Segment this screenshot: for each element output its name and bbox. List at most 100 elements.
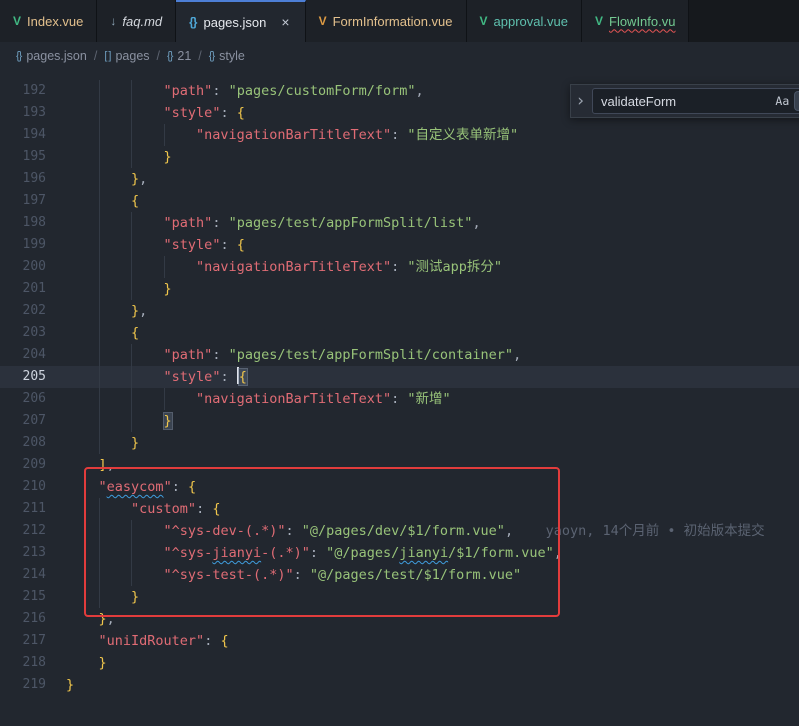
code-line-195[interactable]: 195 } (0, 146, 799, 168)
code-line-207[interactable]: 207 } (0, 410, 799, 432)
line-content: "style": { (66, 234, 245, 256)
code-line-194[interactable]: 194 "navigationBarTitleText": "自定义表单新增" (0, 124, 799, 146)
code-token: "@/pages/ (326, 545, 399, 561)
tab-label: pages.json (203, 15, 266, 30)
tab-flowinfo-vu[interactable]: VFlowInfo.vu (582, 0, 690, 42)
code-line-209[interactable]: 209 ], (0, 454, 799, 476)
code-line-203[interactable]: 203 { (0, 322, 799, 344)
line-content: "style": { (66, 102, 245, 124)
git-blame-annotation: yaoyn, 14个月前 • 初始版本提交 (513, 523, 765, 539)
breadcrumb-label: style (219, 49, 245, 63)
code-token: "uniIdRouter" (99, 633, 205, 649)
code-token: jianyi (212, 545, 261, 561)
code-token: : (391, 259, 407, 275)
indent-guide (99, 366, 100, 388)
breadcrumb-label: pages (115, 49, 149, 63)
code-token: : (294, 567, 310, 583)
code-line-215[interactable]: 215 } (0, 586, 799, 608)
code-token: , (505, 523, 513, 539)
code-token: : (196, 501, 212, 517)
code-token: { (188, 479, 196, 495)
indent-guide (99, 190, 100, 212)
indent-guide (131, 410, 132, 432)
code-token: } (66, 677, 74, 693)
line-number: 215 (0, 586, 46, 608)
indent-guide (99, 146, 100, 168)
code-line-205[interactable]: 205 "style": { (0, 366, 799, 388)
code-token (66, 347, 164, 363)
code-line-212[interactable]: 212 "^sys-dev-(.*)": "@/pages/dev/$1/for… (0, 520, 799, 542)
code-line-200[interactable]: 200 "navigationBarTitleText": "测试app拆分" (0, 256, 799, 278)
code-line-204[interactable]: 204 "path": "pages/test/appFormSplit/con… (0, 344, 799, 366)
breadcrumb-item-style[interactable]: {} style (209, 49, 245, 63)
toggle-replace-chevron-icon[interactable]: › (574, 93, 587, 110)
match-case-icon[interactable]: Aa (771, 92, 793, 110)
code-token: : (220, 369, 236, 385)
tab-forminformation-vue[interactable]: VFormInformation.vue (306, 0, 467, 42)
code-line-199[interactable]: 199 "style": { (0, 234, 799, 256)
code-token: { (131, 325, 139, 341)
code-token: "navigationBarTitleText" (196, 127, 391, 143)
code-token: , (513, 347, 521, 363)
tab-approval-vue[interactable]: Vapproval.vue (467, 0, 582, 42)
code-token: } (99, 611, 107, 627)
indent-guide (99, 234, 100, 256)
indent-guide (131, 564, 132, 586)
code-line-211[interactable]: 211 "custom": { (0, 498, 799, 520)
tab-faq-md[interactable]: ↓faq.md (97, 0, 176, 42)
code-token: easycom (107, 479, 164, 495)
code-line-213[interactable]: 213 "^sys-jianyi-(.*)": "@/pages/jianyi/… (0, 542, 799, 564)
code-line-206[interactable]: 206 "navigationBarTitleText": "新增" (0, 388, 799, 410)
find-input-value[interactable]: validateForm (601, 94, 769, 109)
code-line-198[interactable]: 198 "path": "pages/test/appFormSplit/lis… (0, 212, 799, 234)
code-token (66, 479, 99, 495)
indent-guide (99, 586, 100, 608)
code-line-216[interactable]: 216 }, (0, 608, 799, 630)
line-content: } (66, 586, 139, 608)
object-icon: {} (209, 50, 214, 62)
code-token: /$1/form.vue" (448, 545, 554, 561)
vue-file-icon: V (13, 14, 20, 28)
breadcrumb-item-pages-json[interactable]: {}pages.json (16, 49, 87, 63)
code-token: "path" (164, 83, 213, 99)
line-content: }, (66, 608, 115, 630)
code-line-201[interactable]: 201 } (0, 278, 799, 300)
indent-guide (99, 300, 100, 322)
breadcrumb-item-pages[interactable]: [ ]pages (104, 49, 149, 63)
indent-guide (99, 278, 100, 300)
code-token: { (237, 237, 245, 253)
code-line-214[interactable]: 214 "^sys-test-(.*)": "@/pages/test/$1/f… (0, 564, 799, 586)
code-line-196[interactable]: 196 }, (0, 168, 799, 190)
tab-bar: VIndex.vue↓faq.md{}pages.json×VFormInfor… (0, 0, 799, 42)
code-line-219[interactable]: 219} (0, 674, 799, 696)
code-line-208[interactable]: 208 } (0, 432, 799, 454)
code-token: , (554, 545, 562, 561)
breadcrumb-separator: / (94, 49, 97, 63)
code-line-202[interactable]: 202 }, (0, 300, 799, 322)
code-token: : (212, 215, 228, 231)
code-token (66, 149, 164, 165)
line-content: } (66, 674, 74, 696)
breadcrumb-item-21[interactable]: {}21 (167, 49, 191, 63)
line-number: 214 (0, 564, 46, 586)
code-token: "^sys-dev-(.*)" (164, 523, 286, 539)
code-line-197[interactable]: 197 { (0, 190, 799, 212)
close-icon[interactable]: × (279, 14, 291, 30)
code-token: "navigationBarTitleText" (196, 391, 391, 407)
find-input[interactable]: validateForm Aaab.* (592, 88, 799, 114)
whole-word-icon[interactable]: ab (795, 92, 799, 110)
code-token (66, 105, 164, 121)
code-token: : (172, 479, 188, 495)
tab-index-vue[interactable]: VIndex.vue (0, 0, 97, 42)
code-line-217[interactable]: 217 "uniIdRouter": { (0, 630, 799, 652)
indent-guide (164, 256, 165, 278)
code-token: } (164, 281, 172, 297)
code-line-210[interactable]: 210 "easycom": { (0, 476, 799, 498)
indent-guide (99, 410, 100, 432)
code-token: : (204, 633, 220, 649)
code-token: "custom" (131, 501, 196, 517)
code-token: , (107, 611, 115, 627)
indent-guide (99, 80, 100, 102)
code-line-218[interactable]: 218 } (0, 652, 799, 674)
tab-pages-json[interactable]: {}pages.json× (176, 0, 305, 42)
